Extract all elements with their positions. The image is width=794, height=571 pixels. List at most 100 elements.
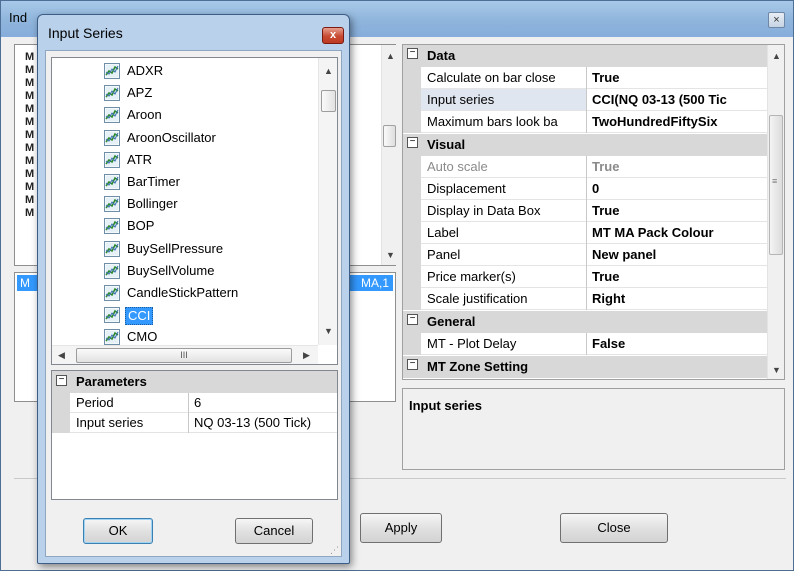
collapse-icon[interactable]: −: [407, 137, 418, 148]
scroll-left-icon[interactable]: ◀: [58, 350, 65, 361]
parameter-value[interactable]: 6: [194, 395, 201, 410]
column-divider[interactable]: [188, 393, 189, 413]
scroll-thumb[interactable]: [383, 125, 396, 147]
ok-button[interactable]: OK: [83, 518, 153, 544]
series-item-label: BuySellVolume: [127, 262, 215, 278]
grip-icon: ≡: [772, 176, 778, 186]
property-value: True: [592, 159, 620, 174]
property-row[interactable]: Calculate on bar close True: [403, 67, 767, 89]
close-icon[interactable]: x: [322, 27, 344, 44]
collapse-icon[interactable]: −: [56, 375, 67, 386]
list-item: M: [25, 90, 35, 102]
column-divider[interactable]: [586, 156, 587, 178]
scroll-up-icon[interactable]: ▲: [324, 66, 333, 76]
row-gutter: [403, 178, 421, 200]
property-name: Price marker(s): [427, 269, 516, 284]
property-row[interactable]: Price marker(s) True: [403, 266, 767, 288]
scroll-thumb[interactable]: ≡: [769, 115, 783, 255]
scroll-right-icon[interactable]: ▶: [303, 350, 310, 361]
property-row[interactable]: Label MT MA Pack Colour: [403, 222, 767, 244]
list-item-label: MA,1: [360, 276, 389, 290]
property-row-selected[interactable]: Input series CCI(NQ 03-13 (500 Tic: [403, 89, 767, 111]
parameters-grid[interactable]: − Parameters Period 6 Input series NQ 03…: [51, 370, 338, 500]
category-general[interactable]: − General: [403, 311, 767, 333]
column-divider[interactable]: [586, 333, 587, 355]
property-value[interactable]: MT MA Pack Colour: [592, 225, 767, 240]
column-divider[interactable]: [586, 266, 587, 288]
parameter-row[interactable]: Input series NQ 03-13 (500 Tick): [52, 413, 337, 433]
list-item: M: [25, 207, 35, 219]
column-divider[interactable]: [586, 111, 587, 133]
property-row[interactable]: Scale justification Right: [403, 288, 767, 310]
property-row[interactable]: Display in Data Box True: [403, 200, 767, 222]
property-value[interactable]: True: [592, 203, 767, 218]
row-gutter: [403, 89, 421, 111]
scroll-thumb[interactable]: III: [76, 348, 292, 363]
scroll-thumb[interactable]: [321, 90, 336, 112]
property-row[interactable]: Auto scale True: [403, 156, 767, 178]
property-value[interactable]: Right: [592, 291, 767, 306]
column-divider[interactable]: [586, 244, 587, 266]
scroll-up-icon[interactable]: ▲: [386, 51, 395, 61]
tree-vertical-scrollbar[interactable]: ▲ ▼: [318, 58, 337, 345]
parameter-row[interactable]: Period 6: [52, 393, 337, 413]
column-divider[interactable]: [586, 222, 587, 244]
cancel-button[interactable]: Cancel: [235, 518, 313, 544]
collapse-icon[interactable]: −: [407, 314, 418, 325]
property-grid[interactable]: − Data Calculate on bar close True Input…: [402, 44, 785, 380]
tree-horizontal-scrollbar[interactable]: ◀ III ▶: [52, 345, 318, 364]
category-mt-zone-setting[interactable]: − MT Zone Setting: [403, 356, 767, 378]
row-gutter: [52, 413, 70, 433]
series-tree[interactable]: ADXR APZ Aroon AroonOscillator ATR BarTimer Bo…: [51, 57, 338, 365]
scroll-down-icon[interactable]: ▼: [386, 250, 395, 260]
category-visual[interactable]: − Visual: [403, 134, 767, 156]
property-row[interactable]: MT - Plot Delay False: [403, 333, 767, 355]
property-value[interactable]: TwoHundredFiftySix: [592, 114, 767, 129]
scroll-down-icon[interactable]: ▼: [324, 326, 333, 336]
property-value[interactable]: False: [592, 336, 767, 351]
list-item: M: [25, 77, 35, 89]
property-value[interactable]: 0: [592, 181, 767, 196]
category-data[interactable]: − Data: [403, 45, 767, 67]
indicator-chart-icon: [104, 107, 120, 124]
series-item-label: BOP: [127, 218, 155, 234]
column-divider[interactable]: [586, 67, 587, 89]
property-row[interactable]: Displacement 0: [403, 178, 767, 200]
column-divider[interactable]: [188, 413, 189, 433]
property-row[interactable]: Panel New panel: [403, 244, 767, 266]
apply-button[interactable]: Apply: [360, 513, 442, 543]
property-value[interactable]: New panel: [592, 247, 767, 262]
property-grid-scrollbar[interactable]: ▲ ≡ ▼: [767, 45, 784, 379]
property-value[interactable]: True: [592, 269, 767, 284]
scroll-down-icon[interactable]: ▼: [772, 365, 781, 375]
property-row[interactable]: Maximum bars look ba TwoHundredFiftySix: [403, 111, 767, 133]
indicator-chart-icon: [104, 63, 120, 79]
property-name: Input series: [427, 92, 495, 107]
collapse-icon[interactable]: −: [407, 359, 418, 370]
list-item: M: [25, 51, 35, 63]
description-title: Input series: [409, 398, 482, 413]
list-item: M: [25, 64, 35, 76]
category-label: Data: [427, 48, 456, 63]
series-item-label: CCI: [125, 307, 154, 326]
column-divider[interactable]: [586, 200, 587, 222]
parameter-value[interactable]: NQ 03-13 (500 Tick): [194, 415, 311, 430]
category-parameters[interactable]: − Parameters: [52, 371, 337, 393]
input-series-dialog: Input Series x ADXR APZ Aroon AroonOscillat…: [37, 14, 350, 564]
indicator-chart-icon: [104, 151, 120, 168]
scroll-up-icon[interactable]: ▲: [772, 51, 781, 61]
close-button[interactable]: Close: [560, 513, 668, 543]
close-icon[interactable]: ×: [768, 12, 785, 28]
collapse-icon[interactable]: −: [407, 48, 418, 59]
property-name: Display in Data Box: [427, 203, 541, 218]
series-item-label: Aroon: [127, 107, 162, 123]
indicator-list-scrollbar[interactable]: ▲ ▼: [381, 45, 397, 265]
indicator-chart-icon: [104, 85, 120, 102]
property-value[interactable]: CCI(NQ 03-13 (500 Tic: [592, 92, 767, 107]
resize-grip-icon[interactable]: ⋰: [330, 545, 339, 556]
column-divider[interactable]: [586, 89, 587, 111]
column-divider[interactable]: [586, 178, 587, 200]
row-gutter: [52, 393, 70, 413]
property-value[interactable]: True: [592, 70, 767, 85]
column-divider[interactable]: [586, 288, 587, 310]
